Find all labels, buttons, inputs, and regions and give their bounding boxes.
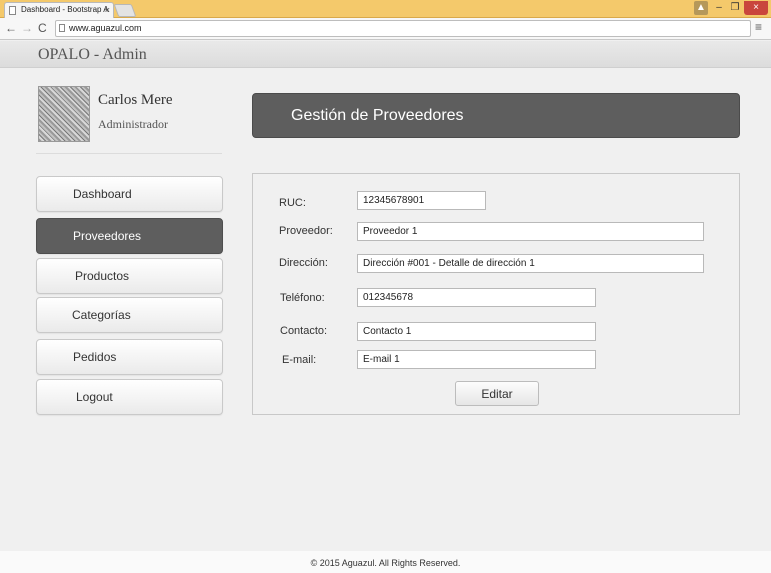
- proveedor-input[interactable]: [357, 222, 704, 241]
- reload-icon[interactable]: C: [38, 21, 47, 35]
- contacto-input[interactable]: [357, 322, 596, 341]
- page-title: Gestión de Proveedores: [291, 107, 464, 124]
- avatar: [38, 86, 90, 142]
- user-role: Administrador: [98, 117, 168, 131]
- profile-divider: [36, 153, 222, 154]
- ruc-input[interactable]: [357, 191, 486, 210]
- browser-titlebar: Dashboard - Bootstrap A × ▲ – ❐ ×: [0, 0, 771, 18]
- edit-button[interactable]: Editar: [455, 381, 539, 406]
- sidebar-item-logout[interactable]: Logout: [36, 379, 223, 415]
- document-icon: [9, 6, 16, 15]
- url-text: www.aguazul.com: [69, 23, 142, 33]
- sidebar-item-categorias[interactable]: Categorías: [36, 297, 223, 333]
- user-profile-icon[interactable]: ▲: [694, 1, 708, 15]
- close-tab-icon[interactable]: ×: [105, 3, 110, 17]
- app-header: OPALO - Admin: [0, 41, 771, 68]
- page-icon: [59, 24, 65, 32]
- maximize-window-icon[interactable]: ❐: [728, 1, 742, 15]
- close-window-icon[interactable]: ×: [744, 1, 768, 15]
- minimize-window-icon[interactable]: –: [712, 1, 726, 15]
- contacto-label: Contacto:: [280, 325, 328, 337]
- sidebar-item-dashboard[interactable]: Dashboard: [36, 176, 223, 212]
- direccion-input[interactable]: [357, 254, 704, 273]
- browser-toolbar: ← → C www.aguazul.com ≡: [0, 18, 771, 40]
- forward-arrow-icon[interactable]: →: [21, 21, 33, 35]
- telefono-label: Teléfono:: [280, 292, 325, 304]
- email-label: E-mail:: [282, 354, 317, 366]
- address-bar[interactable]: www.aguazul.com: [55, 20, 751, 37]
- email-input[interactable]: [357, 350, 596, 369]
- footer: © 2015 Aguazul. All Rights Reserved.: [0, 551, 771, 573]
- back-arrow-icon[interactable]: ←: [5, 21, 17, 35]
- sidebar-item-productos[interactable]: Productos: [36, 258, 223, 294]
- telefono-input[interactable]: [357, 288, 596, 307]
- tab-title: Dashboard - Bootstrap A: [21, 5, 109, 14]
- new-tab-button[interactable]: [113, 4, 137, 17]
- browser-tab[interactable]: Dashboard - Bootstrap A ×: [4, 2, 114, 18]
- proveedor-label: Proveedor:: [279, 225, 333, 237]
- direccion-label: Dirección:: [279, 257, 328, 269]
- ruc-label: RUC:: [279, 197, 306, 209]
- browser-menu-icon[interactable]: ≡: [755, 20, 762, 34]
- page-title-bar: Gestión de Proveedores: [252, 93, 740, 138]
- brand-title[interactable]: OPALO - Admin: [38, 46, 147, 64]
- user-name: Carlos Mere: [98, 92, 173, 108]
- sidebar-item-proveedores[interactable]: Proveedores: [36, 218, 223, 254]
- sidebar-item-pedidos[interactable]: Pedidos: [36, 339, 223, 375]
